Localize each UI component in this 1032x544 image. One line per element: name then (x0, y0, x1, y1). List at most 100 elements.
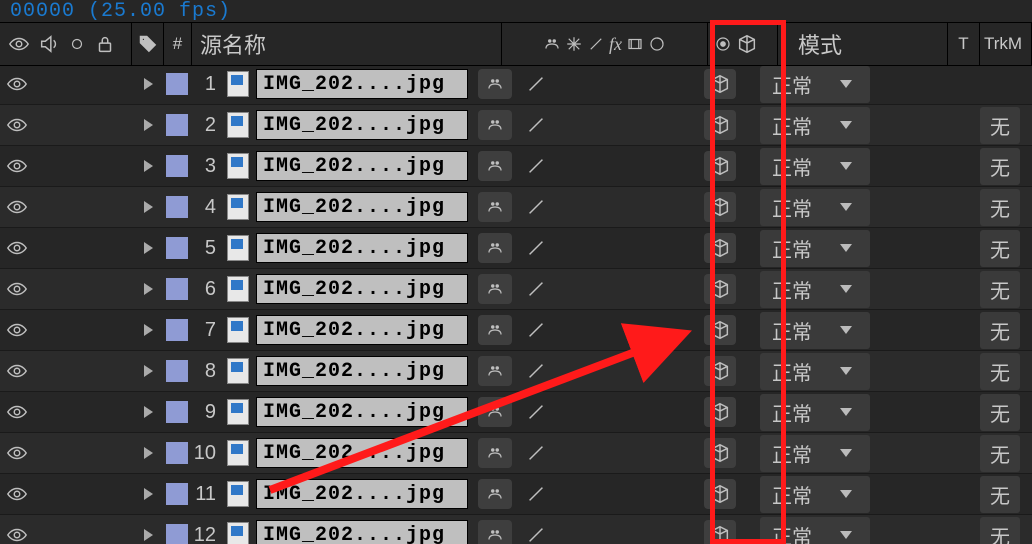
source-name-cell[interactable]: IMG_202....jpg (256, 69, 468, 99)
visibility-toggle[interactable] (6, 360, 28, 382)
label-color-cell[interactable] (164, 310, 190, 350)
label-color-cell[interactable] (164, 105, 190, 145)
source-name-cell[interactable]: IMG_202....jpg (256, 479, 468, 509)
label-color-cell[interactable] (164, 474, 190, 514)
blend-mode-dropdown[interactable]: 正常 (760, 517, 870, 544)
preserve-transparency-cell[interactable] (948, 351, 980, 391)
layer-row[interactable]: 9 IMG_202....jpg 正常 无 (0, 392, 1032, 433)
blend-mode-dropdown[interactable]: 正常 (760, 476, 870, 513)
layer-number-header[interactable]: # (164, 23, 192, 65)
label-color-cell[interactable] (164, 433, 190, 473)
track-matte-dropdown[interactable]: 无 (980, 189, 1020, 226)
layer-row[interactable]: 12 IMG_202....jpg 正常 无 (0, 515, 1032, 544)
twirl-cell[interactable] (132, 392, 164, 432)
layer-row[interactable]: 5 IMG_202....jpg 正常 无 (0, 228, 1032, 269)
quality-toggle[interactable] (522, 274, 550, 304)
shy-toggle[interactable] (478, 192, 512, 222)
three-d-toggle[interactable] (704, 110, 736, 140)
three-d-toggle[interactable] (704, 479, 736, 509)
preserve-transparency-cell[interactable] (948, 146, 980, 186)
shy-toggle[interactable] (478, 315, 512, 345)
visibility-toggle[interactable] (6, 114, 28, 136)
preserve-transparency-cell[interactable] (948, 187, 980, 227)
track-matte-dropdown[interactable]: 无 (980, 394, 1020, 431)
twirl-cell[interactable] (132, 433, 164, 473)
source-name-cell[interactable]: IMG_202....jpg (256, 151, 468, 181)
layer-row[interactable]: 4 IMG_202....jpg 正常 无 (0, 187, 1032, 228)
track-matte-dropdown[interactable]: 无 (980, 107, 1020, 144)
quality-toggle[interactable] (522, 397, 550, 427)
twirl-cell[interactable] (132, 228, 164, 268)
track-matte-dropdown[interactable]: 无 (980, 435, 1020, 472)
quality-toggle[interactable] (522, 479, 550, 509)
layer-row[interactable]: 3 IMG_202....jpg 正常 无 (0, 146, 1032, 187)
shy-toggle[interactable] (478, 274, 512, 304)
quality-toggle[interactable] (522, 110, 550, 140)
quality-toggle[interactable] (522, 520, 550, 544)
layer-row[interactable]: 11 IMG_202....jpg 正常 无 (0, 474, 1032, 515)
visibility-toggle[interactable] (6, 196, 28, 218)
source-name-cell[interactable]: IMG_202....jpg (256, 520, 468, 544)
blend-mode-dropdown[interactable]: 正常 (760, 107, 870, 144)
visibility-toggle[interactable] (6, 155, 28, 177)
visibility-toggle[interactable] (6, 237, 28, 259)
visibility-toggle[interactable] (6, 278, 28, 300)
shy-toggle[interactable] (478, 479, 512, 509)
three-d-toggle[interactable] (704, 438, 736, 468)
label-color-cell[interactable] (164, 64, 190, 104)
preserve-transparency-cell[interactable] (948, 64, 980, 104)
three-d-toggle[interactable] (704, 356, 736, 386)
visibility-toggle[interactable] (6, 401, 28, 423)
source-name-cell[interactable]: IMG_202....jpg (256, 110, 468, 140)
preserve-transparency-cell[interactable] (948, 392, 980, 432)
quality-toggle[interactable] (522, 69, 550, 99)
three-d-toggle[interactable] (704, 315, 736, 345)
preserve-transparency-cell[interactable] (948, 474, 980, 514)
blend-mode-dropdown[interactable]: 正常 (760, 189, 870, 226)
shy-toggle[interactable] (478, 110, 512, 140)
twirl-cell[interactable] (132, 269, 164, 309)
preserve-transparency-cell[interactable] (948, 105, 980, 145)
label-color-cell[interactable] (164, 392, 190, 432)
three-d-toggle[interactable] (704, 397, 736, 427)
preserve-transparency-cell[interactable] (948, 310, 980, 350)
visibility-toggle[interactable] (6, 524, 28, 544)
source-name-cell[interactable]: IMG_202....jpg (256, 192, 468, 222)
track-matte-dropdown[interactable]: 无 (980, 230, 1020, 267)
quality-toggle[interactable] (522, 315, 550, 345)
three-d-toggle[interactable] (704, 233, 736, 263)
twirl-cell[interactable] (132, 146, 164, 186)
source-name-cell[interactable]: IMG_202....jpg (256, 356, 468, 386)
shy-toggle[interactable] (478, 438, 512, 468)
layer-row[interactable]: 10 IMG_202....jpg 正常 无 (0, 433, 1032, 474)
track-matte-header[interactable]: TrkM (980, 23, 1032, 65)
blend-mode-dropdown[interactable]: 正常 (760, 394, 870, 431)
label-color-cell[interactable] (164, 146, 190, 186)
track-matte-dropdown[interactable]: 无 (980, 271, 1020, 308)
shy-toggle[interactable] (478, 151, 512, 181)
layer-row[interactable]: 6 IMG_202....jpg 正常 无 (0, 269, 1032, 310)
visibility-toggle[interactable] (6, 319, 28, 341)
blend-mode-dropdown[interactable]: 正常 (760, 66, 870, 103)
blend-mode-dropdown[interactable]: 正常 (760, 312, 870, 349)
shy-toggle[interactable] (478, 356, 512, 386)
blend-mode-dropdown[interactable]: 正常 (760, 353, 870, 390)
twirl-cell[interactable] (132, 351, 164, 391)
twirl-cell[interactable] (132, 64, 164, 104)
quality-toggle[interactable] (522, 192, 550, 222)
quality-toggle[interactable] (522, 356, 550, 386)
track-matte-dropdown[interactable]: 无 (980, 312, 1020, 349)
track-matte-dropdown[interactable]: 无 (980, 353, 1020, 390)
twirl-cell[interactable] (132, 105, 164, 145)
source-name-cell[interactable]: IMG_202....jpg (256, 274, 468, 304)
visibility-toggle[interactable] (6, 442, 28, 464)
shy-toggle[interactable] (478, 69, 512, 99)
blend-mode-dropdown[interactable]: 正常 (760, 271, 870, 308)
three-d-toggle[interactable] (704, 69, 736, 99)
source-name-cell[interactable]: IMG_202....jpg (256, 438, 468, 468)
label-color-cell[interactable] (164, 187, 190, 227)
label-color-cell[interactable] (164, 228, 190, 268)
layer-row[interactable]: 7 IMG_202....jpg 正常 无 (0, 310, 1032, 351)
blend-mode-dropdown[interactable]: 正常 (760, 230, 870, 267)
label-color-cell[interactable] (164, 515, 190, 544)
